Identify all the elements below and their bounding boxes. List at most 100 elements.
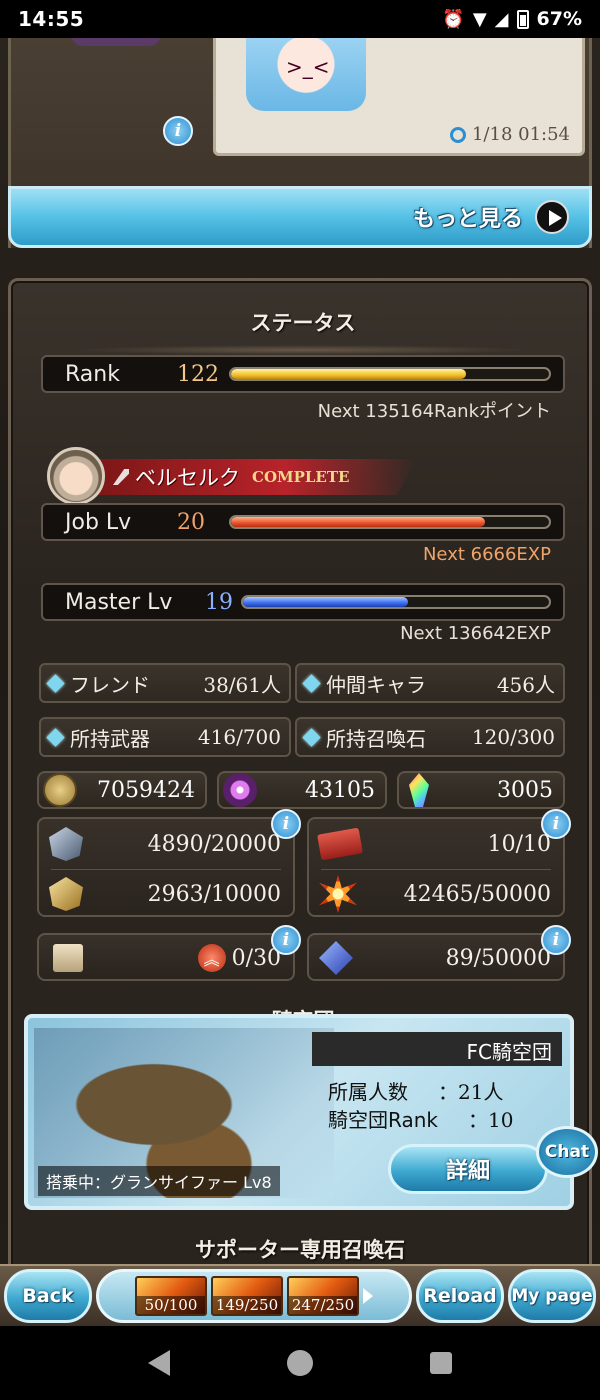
- burst-value: 42465/50000: [403, 881, 551, 907]
- play-arrow-icon: [535, 200, 569, 234]
- boxes-card: 0/30 i: [37, 925, 301, 981]
- job-name: ベルセルク: [135, 466, 240, 490]
- summons-pill[interactable]: 所持召喚石 120/300: [295, 717, 565, 757]
- diamond-icon: [302, 727, 321, 747]
- hearts-card: 89/50000 i: [307, 925, 571, 981]
- stone-a-row: 4890/20000: [49, 821, 281, 867]
- job-sword-icon: [113, 469, 129, 485]
- clock: 14:55: [18, 7, 85, 31]
- friends-label: フレンド: [70, 672, 150, 697]
- status-title: ステータス: [11, 307, 595, 355]
- message-time: 1/18 01:54: [449, 124, 570, 145]
- characters-label: 仲間キャラ: [326, 672, 426, 697]
- status-icons: ⏰ ▼ ◢ 67%: [442, 8, 582, 30]
- master-lv-value: 19: [205, 589, 233, 615]
- info-icon[interactable]: i: [271, 925, 301, 955]
- divider: [51, 869, 281, 870]
- crew-rank-label: 騎空団Rank: [328, 1108, 438, 1132]
- crew-rank: 騎空団Rank ：10: [328, 1104, 513, 1133]
- decoration: [71, 38, 161, 46]
- diamond-icon: [302, 673, 321, 693]
- weapons-label: 所持武器: [70, 726, 150, 751]
- friends-pill[interactable]: フレンド 38/61人: [39, 663, 291, 703]
- crew-members: 所属人数 ：21人: [328, 1076, 503, 1105]
- divider: [321, 869, 551, 870]
- members-value: ：21人: [438, 1080, 504, 1104]
- ap-items-strip[interactable]: 50/100 149/250 247/250: [96, 1269, 412, 1323]
- crew-card[interactable]: FC騎空団 所属人数 ：21人 騎空団Rank ：10 搭乗中：グランサイファー…: [24, 1014, 574, 1210]
- back-button[interactable]: Back: [4, 1269, 92, 1323]
- info-icon[interactable]: i: [541, 809, 571, 839]
- gem-box: 3005: [397, 771, 565, 809]
- summons-value: 120/300: [471, 725, 555, 749]
- crew-detail-button[interactable]: 詳細: [388, 1144, 548, 1194]
- weapons-pill[interactable]: 所持武器 416/700: [39, 717, 291, 757]
- stones-card: 4890/20000 2963/10000 i: [37, 809, 301, 917]
- clock-icon: [449, 126, 466, 143]
- gem-icon: [409, 773, 429, 807]
- master-lv-row: Master Lv 19: [41, 583, 565, 621]
- reload-button[interactable]: Reload: [416, 1269, 504, 1323]
- info-icon[interactable]: i: [541, 925, 571, 955]
- rank-progress-bar: [229, 367, 551, 381]
- ap-item-3[interactable]: 247/250: [287, 1276, 359, 1316]
- boxes-row: 0/30: [49, 935, 281, 981]
- game-screen: i >_< 1/18 01:54 もっと見る ステータス Rank 122 Ne…: [0, 38, 600, 1326]
- battery-icon: [516, 9, 529, 29]
- stone-a-value: 4890/20000: [147, 831, 281, 857]
- job-complete-label: COMPLETE: [252, 468, 350, 486]
- rank-value: 122: [177, 361, 219, 387]
- hearts-row: 89/50000: [319, 935, 551, 981]
- stone-b-value: 2963/10000: [147, 881, 281, 907]
- ap-item-1[interactable]: 50/100: [135, 1276, 207, 1316]
- stamp-image: >_<: [246, 38, 366, 111]
- job-ribbon: ベルセルク COMPLETE: [87, 459, 417, 495]
- info-icon[interactable]: i: [271, 809, 301, 839]
- master-lv-progress-fill: [243, 597, 409, 607]
- ap-item-2[interactable]: 149/250: [211, 1276, 283, 1316]
- ticket-icon: [317, 827, 363, 861]
- job-class-tag[interactable]: ベルセルク COMPLETE: [41, 447, 421, 507]
- gem-value: 3005: [497, 777, 553, 803]
- job-lv-next: Next 6666EXP: [422, 544, 551, 565]
- master-lv-label: Master Lv: [65, 589, 173, 615]
- job-lv-progress-fill: [231, 517, 486, 527]
- chat-button[interactable]: Chat: [536, 1126, 598, 1178]
- home-nav-icon[interactable]: [286, 1350, 313, 1376]
- rupie-value: 7059424: [97, 777, 195, 803]
- tickets-card: 10/10 42465/50000 i: [307, 809, 571, 917]
- rupie-icon: [43, 773, 77, 807]
- silver-stone-icon: [49, 827, 83, 861]
- burst-icon: [319, 875, 357, 913]
- mypage-button[interactable]: My page: [508, 1269, 596, 1323]
- tickets-row: 10/10: [317, 821, 551, 867]
- message-card[interactable]: >_< 1/18 01:54: [213, 38, 585, 156]
- crystal-icon: [223, 773, 257, 807]
- job-lv-row: Job Lv 20: [41, 503, 565, 541]
- stone-b-row: 2963/10000: [49, 871, 281, 917]
- see-more-button[interactable]: もっと見る: [8, 186, 592, 248]
- treasure-box-icon: [53, 944, 83, 972]
- signal-icon: ◢: [494, 8, 509, 30]
- crew-name: FC騎空団: [312, 1032, 562, 1066]
- back-nav-icon[interactable]: [148, 1350, 171, 1376]
- hearts-value: 89/50000: [445, 945, 551, 971]
- rank-row: Rank 122: [41, 355, 565, 393]
- battery-percent: 67%: [536, 8, 582, 30]
- crew-rank-value: ：10: [467, 1108, 514, 1132]
- members-label: 所属人数: [328, 1080, 408, 1104]
- wifi-icon: ▼: [472, 8, 487, 30]
- alarm-icon: ⏰: [442, 8, 465, 30]
- recents-nav-icon[interactable]: [429, 1352, 452, 1374]
- master-lv-next: Next 136642EXP: [400, 623, 551, 644]
- boarding-ship: 搭乗中：グランサイファー Lv8: [38, 1166, 280, 1196]
- system-status-bar: 14:55 ⏰ ▼ ◢ 67%: [0, 0, 600, 38]
- friends-value: 38/61人: [203, 672, 281, 697]
- arrow-right-icon[interactable]: [363, 1288, 373, 1304]
- rank-progress-fill: [231, 369, 467, 379]
- summons-label: 所持召喚石: [326, 726, 426, 751]
- info-icon[interactable]: i: [163, 116, 193, 146]
- characters-pill[interactable]: 仲間キャラ 456人: [295, 663, 565, 703]
- rupie-box: 7059424: [37, 771, 207, 809]
- rank-next: Next 135164Rankポイント: [317, 401, 551, 422]
